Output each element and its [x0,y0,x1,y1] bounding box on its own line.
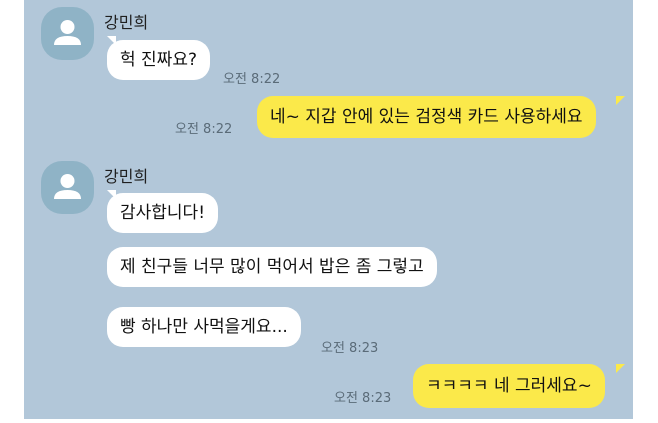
message-bubble-incoming[interactable]: 제 친구들 너무 많이 먹어서 밥은 좀 그렇고 [107,247,437,287]
profile-avatar-1[interactable] [41,7,94,60]
message-bubble-incoming[interactable]: 빵 하나만 사먹을게요... [107,307,301,347]
message-bubble-incoming[interactable]: 감사합니다! [107,193,219,233]
profile-avatar-2[interactable] [41,161,94,214]
sender-name: 강민희 [104,167,149,186]
sender-name: 강민희 [104,13,149,32]
message-bubble-incoming[interactable]: 헉 진짜요? [107,40,210,80]
message-timestamp: 오전 8:22 [175,122,233,137]
message-timestamp: 오전 8:23 [321,341,379,356]
bubble-tail [616,364,625,373]
chat-room-background: 강민희 헉 진짜요? 오전 8:22 오전 8:22 네~ 지갑 안에 있는 검… [24,0,633,419]
bubble-tail [616,96,625,105]
message-bubble-outgoing[interactable]: ㅋㅋㅋㅋ 네 그러세요~ [413,364,605,408]
message-timestamp: 오전 8:22 [223,72,281,87]
message-bubble-outgoing[interactable]: 네~ 지갑 안에 있는 검정색 카드 사용하세요 [257,96,596,138]
default-profile-person-icon [54,174,81,199]
default-profile-person-icon [54,20,81,45]
message-timestamp: 오전 8:23 [334,391,392,406]
